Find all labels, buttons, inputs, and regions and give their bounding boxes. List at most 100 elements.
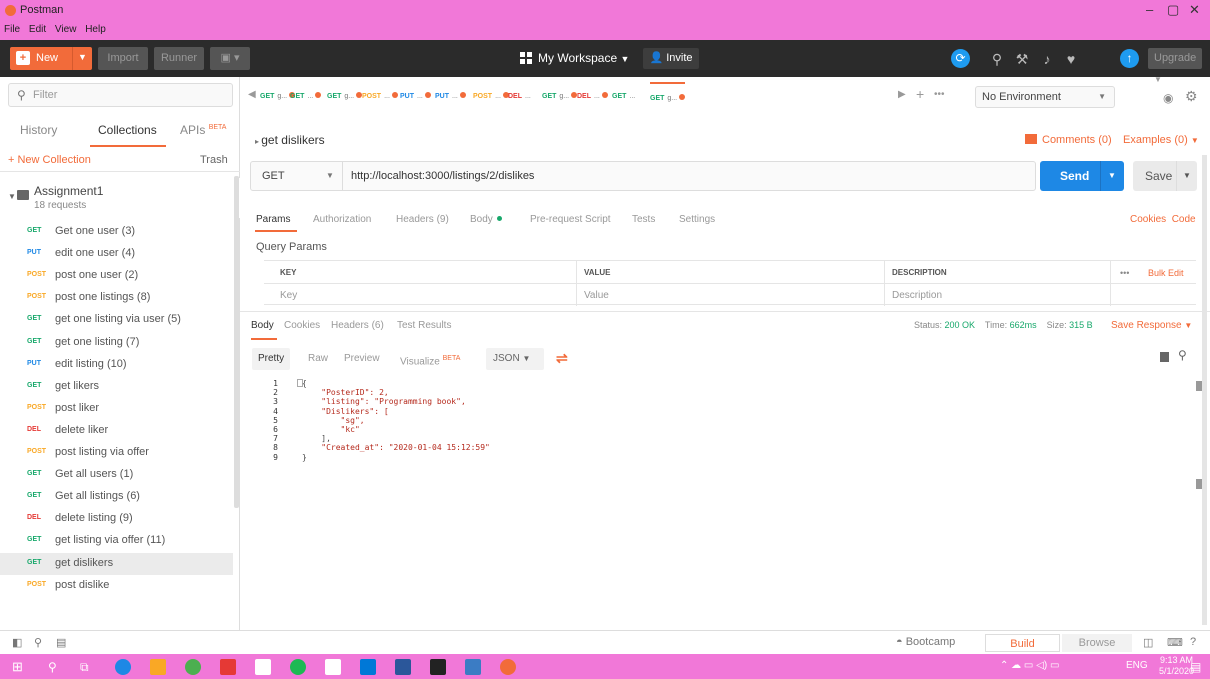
environment-select[interactable]: No Environment ▼ (975, 86, 1115, 108)
request-tab[interactable]: POST... (473, 82, 509, 112)
request-tab[interactable]: DEL... (508, 82, 531, 112)
request-tab[interactable]: GET g... (542, 82, 578, 112)
chevron-down-icon[interactable]: ▼ (78, 52, 87, 62)
sidebar-request-item[interactable]: GET get likers (0, 376, 233, 398)
import-button[interactable]: Import (98, 47, 148, 70)
upgrade-button[interactable]: Upgrade ▼ (1148, 48, 1202, 84)
heart-icon[interactable]: ♥ (1062, 50, 1080, 68)
mail-icon[interactable] (255, 659, 271, 675)
add-tab-icon[interactable]: + (916, 86, 924, 102)
sidebar-request-item[interactable]: PUT edit listing (10) (0, 354, 233, 376)
menu-edit[interactable]: Edit (29, 24, 46, 35)
menu-help[interactable]: Help (85, 24, 106, 35)
toggle-sidebar-icon[interactable]: ◧ (12, 636, 22, 649)
gear-icon[interactable]: ⚙ (1185, 88, 1198, 105)
response-body-code[interactable]: 1 {2 "PosterID": 2, 3 "listing": "Programm… (252, 379, 1202, 624)
tab-pre-request-script[interactable]: Pre-request Script (530, 214, 611, 225)
sidebar-request-item[interactable]: POST post dislike (0, 575, 233, 597)
find-icon[interactable]: ⚲ (34, 636, 42, 649)
code-link[interactable]: Code (1172, 214, 1196, 225)
tab-response-body[interactable]: Body (251, 320, 274, 331)
main-scrollbar[interactable] (1202, 155, 1207, 625)
keyboard-icon[interactable]: ⌨ (1167, 636, 1183, 649)
tray-icons[interactable]: ⌃ ☁ ▭ ◁) ▭ (1000, 660, 1059, 671)
tab-params[interactable]: Params (256, 214, 290, 225)
two-pane-icon[interactable]: ◫ (1143, 636, 1153, 649)
app-icon[interactable] (220, 659, 236, 675)
clock[interactable]: 9:13 AM 5/1/2020 (1159, 655, 1194, 677)
tab-response-headers[interactable]: Headers (6) (331, 320, 384, 331)
task-view-icon[interactable]: ⧉ (80, 659, 96, 675)
interceptor-icon[interactable]: ⚲ (988, 50, 1006, 68)
chevron-down-icon[interactable]: ▼ (8, 192, 16, 201)
collection-assignment1[interactable]: ▼ Assignment1 18 requests (0, 178, 240, 218)
sidebar-request-item[interactable]: GET Get all users (1) (0, 464, 233, 486)
method-select[interactable]: GET ▼ (251, 162, 343, 190)
search-icon[interactable]: ⚲ (1178, 348, 1187, 362)
store-icon[interactable] (325, 659, 341, 675)
tab-response-cookies[interactable]: Cookies (284, 320, 320, 331)
sidebar-request-item[interactable]: POST post listing via offer (0, 442, 233, 464)
filter-input[interactable]: ⚲ Filter (8, 83, 233, 107)
app-icon[interactable] (360, 659, 376, 675)
tabs-scroll-left-icon[interactable]: ◀ (248, 89, 256, 100)
chevron-down-icon[interactable]: ▼ (1183, 171, 1191, 180)
sidebar-request-item[interactable]: GET Get all listings (6) (0, 486, 233, 508)
request-tab[interactable]: PUT... (400, 82, 431, 112)
bulk-edit-button[interactable]: Bulk Edit (1148, 268, 1184, 278)
sidebar-request-item[interactable]: POST post one listings (8) (0, 287, 233, 309)
sidebar-request-item[interactable]: POST post one user (2) (0, 265, 233, 287)
new-button[interactable]: + New ▼ (10, 47, 92, 70)
word-icon[interactable] (395, 659, 411, 675)
help-icon[interactable]: ? (1190, 636, 1196, 648)
tabs-scroll-right-icon[interactable]: ▶ (898, 89, 906, 100)
save-response-button[interactable]: Save Response ▼ (1111, 320, 1192, 331)
edge-browser-icon[interactable] (115, 659, 131, 675)
build-tab[interactable]: Build (985, 634, 1060, 652)
tab-settings[interactable]: Settings (679, 214, 715, 225)
search-icon[interactable]: ⚲ (48, 659, 64, 675)
sidebar-request-item[interactable]: GET Get one user (3) (0, 221, 233, 243)
sidebar-request-item[interactable]: GET get one listing via user (5) (0, 309, 233, 331)
tab-history[interactable]: History (20, 123, 57, 137)
language-select[interactable]: JSON ▼ (486, 348, 544, 370)
eye-icon[interactable]: ◉ (1163, 91, 1173, 105)
bootcamp-button[interactable]: ◓ Bootcamp (896, 636, 955, 648)
sidebar-request-item[interactable]: PUT edit one user (4) (0, 243, 233, 265)
console-icon[interactable]: ▤ (56, 636, 66, 649)
tab-body[interactable]: Body (470, 214, 502, 225)
cookies-link[interactable]: Cookies (1130, 214, 1166, 225)
file-explorer-icon[interactable] (150, 659, 166, 675)
request-tab[interactable]: GET... (290, 82, 322, 112)
notifications-icon[interactable]: ♪ (1038, 50, 1056, 68)
tab-authorization[interactable]: Authorization (313, 214, 371, 225)
comments-button[interactable]: Comments (0) (1025, 134, 1112, 146)
format-visualize[interactable]: Visualize BETA (394, 348, 466, 370)
request-tab[interactable]: GET g... (327, 82, 363, 112)
sidebar-scrollbar[interactable] (234, 176, 239, 508)
upgrade-arrow-icon[interactable]: ↑ (1120, 49, 1139, 68)
copy-icon[interactable] (1160, 352, 1169, 362)
sidebar-request-item[interactable]: GET get one listing (7) (0, 332, 233, 354)
sidebar-request-item[interactable]: POST post liker (0, 398, 233, 420)
wrap-lines-icon[interactable]: ⇌ (556, 350, 572, 366)
browse-tab[interactable]: Browse (1062, 634, 1132, 652)
chevron-down-icon[interactable]: ▼ (1108, 171, 1116, 180)
language-indicator[interactable]: ENG (1126, 660, 1148, 671)
new-window-button[interactable]: ▣ ▾ (210, 47, 250, 70)
request-tab[interactable]: GET g... (650, 82, 686, 112)
tab-tests[interactable]: Tests (632, 214, 655, 225)
tab-apis[interactable]: APIs BETA (180, 123, 226, 137)
new-collection-button[interactable]: + New Collection (8, 154, 91, 166)
sidebar-request-item[interactable]: DEL delete listing (9) (0, 508, 233, 530)
tab-options-icon[interactable]: ••• (934, 89, 945, 100)
wrench-icon[interactable]: ⚒ (1013, 50, 1031, 68)
format-raw[interactable]: Raw (302, 348, 334, 370)
vscode-icon[interactable] (465, 659, 481, 675)
key-input[interactable]: Key (280, 290, 297, 301)
tab-collections[interactable]: Collections (98, 123, 157, 137)
sidebar-request-item[interactable]: GET get dislikers (0, 552, 233, 575)
menu-file[interactable]: File (4, 24, 20, 35)
sync-icon[interactable]: ⟳ (951, 49, 970, 68)
request-tab[interactable]: PUT... (435, 82, 466, 112)
